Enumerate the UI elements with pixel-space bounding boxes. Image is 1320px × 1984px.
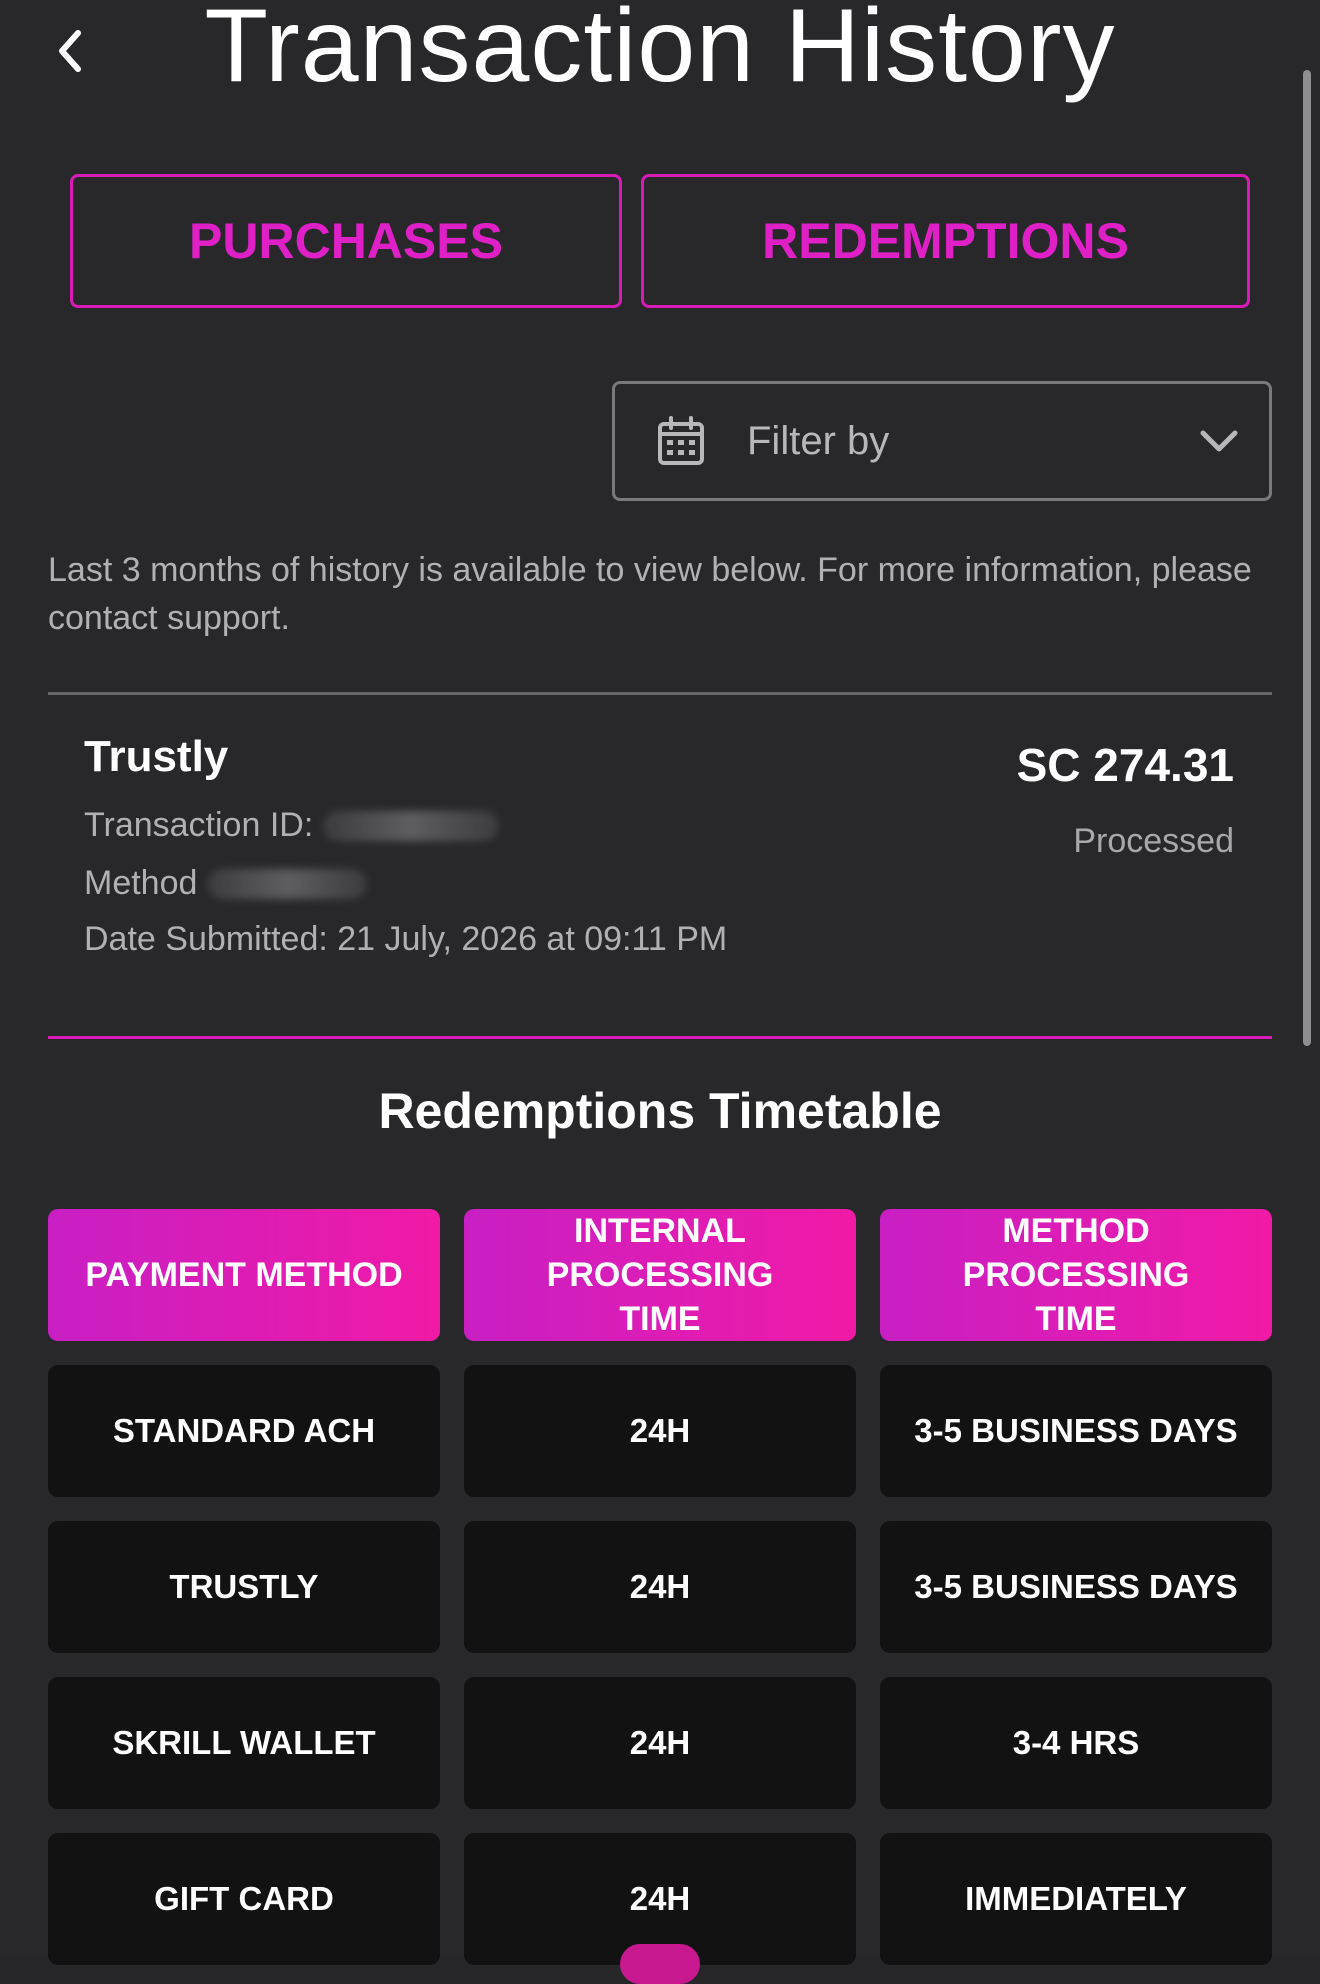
timetable-cell: TRUSTLY — [48, 1521, 440, 1653]
divider-accent — [48, 1036, 1272, 1039]
timetable-cell: 3-5 BUSINESS DAYS — [880, 1521, 1272, 1653]
floating-button-peek[interactable] — [620, 1944, 700, 1984]
calendar-icon — [658, 416, 704, 465]
transaction-amount: SC 274.31 — [1016, 739, 1234, 791]
transaction-id-redacted — [323, 810, 500, 841]
timetable-header-internal-processing-text: INTERNAL PROCESSING TIME — [546, 1212, 774, 1338]
chevron-down-icon — [1200, 430, 1238, 452]
transaction-method-redacted — [207, 868, 368, 899]
tab-purchases[interactable]: PURCHASES — [70, 174, 622, 308]
transaction-status: Processed — [1073, 822, 1234, 860]
transaction-date-row: Date Submitted: 21 July, 2026 at 09:11 P… — [84, 920, 727, 959]
timetable-cell: 3-4 HRS — [880, 1677, 1272, 1809]
timetable-cell: IMMEDIATELY — [880, 1833, 1272, 1965]
timetable-cell: SKRILL WALLET — [48, 1677, 440, 1809]
transaction-history-screen: Transaction History PURCHASES REDEMPTION… — [0, 0, 1320, 1984]
timetable-header-payment-method: PAYMENT METHOD — [48, 1209, 440, 1341]
tab-redemptions[interactable]: REDEMPTIONS — [641, 174, 1250, 308]
transaction-method-label: Method — [84, 864, 198, 902]
transaction-method-row: Method — [84, 864, 368, 903]
transaction-name: Trustly — [84, 732, 229, 781]
filter-label: Filter by — [747, 418, 890, 463]
timetable-cell: 24H — [464, 1677, 856, 1809]
history-info-text: Last 3 months of history is available to… — [48, 551, 1252, 637]
timetable-header-internal-processing: INTERNAL PROCESSING TIME — [464, 1209, 856, 1341]
timetable-cell: 24H — [464, 1521, 856, 1653]
timetable-cell: 3-5 BUSINESS DAYS — [880, 1365, 1272, 1497]
scrollbar[interactable] — [1303, 70, 1311, 1046]
filter-dropdown[interactable]: Filter by — [612, 381, 1272, 501]
transaction-date-submitted: Date Submitted: 21 July, 2026 at 09:11 P… — [84, 920, 728, 958]
transaction-id-row: Transaction ID: — [84, 806, 500, 845]
timetable-cell: 24H — [464, 1365, 856, 1497]
timetable-header-method-processing: METHOD PROCESSING TIME — [880, 1209, 1272, 1341]
divider — [48, 692, 1272, 695]
timetable-cell: GIFT CARD — [48, 1833, 440, 1965]
timetable-title: Redemptions Timetable — [378, 1083, 942, 1139]
transaction-id-label: Transaction ID: — [84, 806, 314, 844]
timetable-cell: STANDARD ACH — [48, 1365, 440, 1497]
page-title: Transaction History — [204, 0, 1116, 104]
timetable-header-method-processing-text: METHOD PROCESSING TIME — [962, 1212, 1190, 1338]
